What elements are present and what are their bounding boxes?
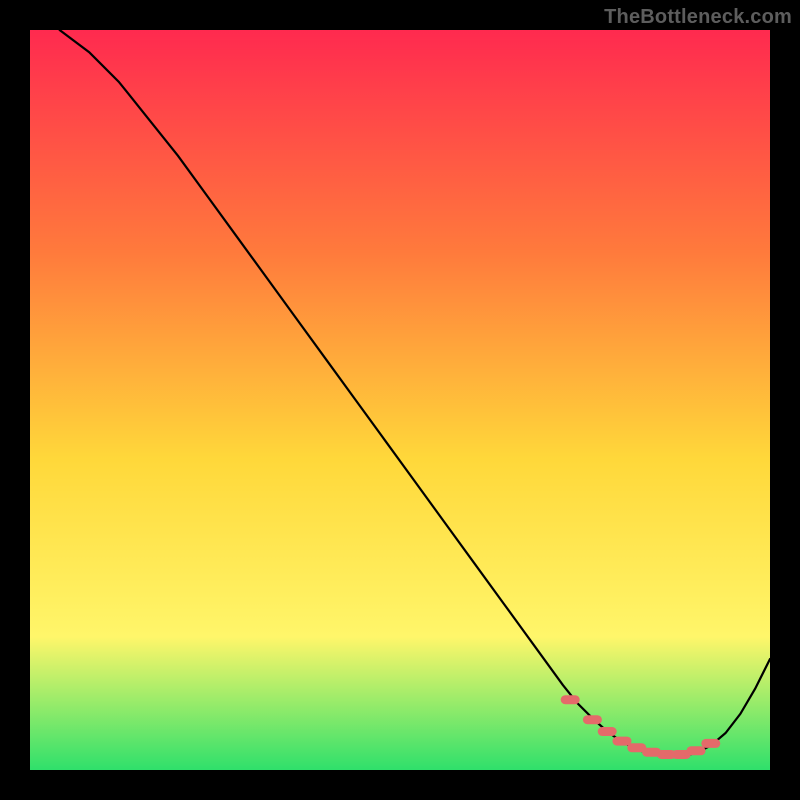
watermark-text: TheBottleneck.com — [604, 6, 792, 29]
gradient-background — [30, 30, 770, 770]
chart-svg — [30, 30, 770, 770]
chart-stage: TheBottleneck.com — [0, 0, 800, 800]
plot-area — [30, 30, 770, 770]
